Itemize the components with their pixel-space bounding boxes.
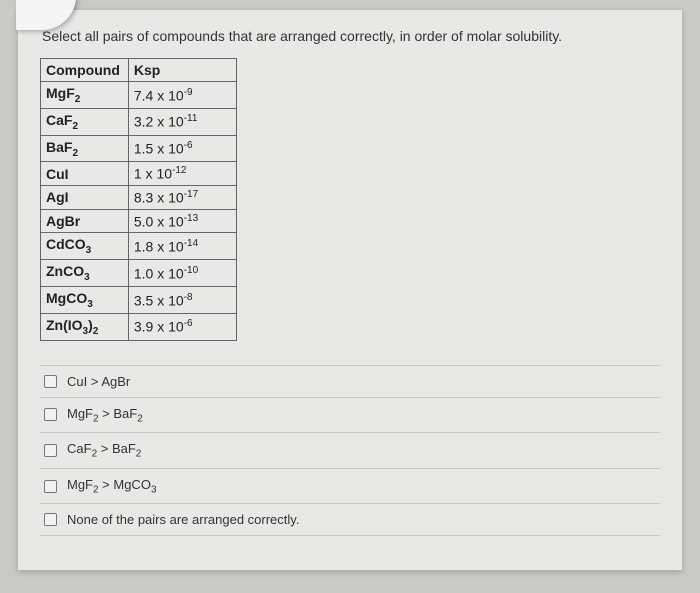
compound-cell: BaF2 bbox=[41, 135, 129, 162]
option-label: CaF2 > BaF2 bbox=[67, 441, 141, 460]
table-row: MgF27.4 x 10-9 bbox=[41, 82, 237, 109]
checkbox-icon[interactable] bbox=[44, 408, 57, 421]
table-body: MgF27.4 x 10-9CaF23.2 x 10-11BaF21.5 x 1… bbox=[41, 82, 237, 341]
ksp-cell: 1.0 x 10-10 bbox=[128, 260, 236, 287]
answer-option[interactable]: None of the pairs are arranged correctly… bbox=[40, 504, 660, 536]
table-row: CdCO31.8 x 10-14 bbox=[41, 233, 237, 260]
table-row: Zn(IO3)23.9 x 10-6 bbox=[41, 313, 237, 340]
answer-option[interactable]: MgF2 > BaF2 bbox=[40, 398, 660, 434]
compound-cell: AgI bbox=[41, 186, 129, 210]
ksp-cell: 3.9 x 10-6 bbox=[128, 313, 236, 340]
ksp-cell: 1.8 x 10-14 bbox=[128, 233, 236, 260]
checkbox-icon[interactable] bbox=[44, 513, 57, 526]
table-row: CaF23.2 x 10-11 bbox=[41, 108, 237, 135]
checkbox-icon[interactable] bbox=[44, 480, 57, 493]
answer-option[interactable]: CaF2 > BaF2 bbox=[40, 433, 660, 469]
question-text: Select all pairs of compounds that are a… bbox=[40, 28, 660, 44]
table-row: MgCO33.5 x 10-8 bbox=[41, 286, 237, 313]
table-header-compound: Compound bbox=[41, 59, 129, 82]
answer-options: CuI > AgBr MgF2 > BaF2 CaF2 > BaF2 MgF2 > M… bbox=[40, 365, 660, 537]
ksp-cell: 1.5 x 10-6 bbox=[128, 135, 236, 162]
ksp-cell: 1 x 10-12 bbox=[128, 162, 236, 186]
question-page: Select all pairs of compounds that are a… bbox=[18, 10, 682, 570]
ksp-cell: 3.5 x 10-8 bbox=[128, 286, 236, 313]
answer-option[interactable]: MgF2 > MgCO3 bbox=[40, 469, 660, 505]
table-row: AgI8.3 x 10-17 bbox=[41, 186, 237, 210]
checkbox-icon[interactable] bbox=[44, 375, 57, 388]
compound-cell: AgBr bbox=[41, 209, 129, 233]
compound-cell: MgCO3 bbox=[41, 286, 129, 313]
compound-cell: CuI bbox=[41, 162, 129, 186]
ksp-cell: 8.3 x 10-17 bbox=[128, 186, 236, 210]
ksp-cell: 7.4 x 10-9 bbox=[128, 82, 236, 109]
compound-cell: MgF2 bbox=[41, 82, 129, 109]
table-row: AgBr5.0 x 10-13 bbox=[41, 209, 237, 233]
table-row: ZnCO31.0 x 10-10 bbox=[41, 260, 237, 287]
answer-option[interactable]: CuI > AgBr bbox=[40, 365, 660, 398]
ksp-cell: 5.0 x 10-13 bbox=[128, 209, 236, 233]
table-row: BaF21.5 x 10-6 bbox=[41, 135, 237, 162]
table-header-ksp: Ksp bbox=[128, 59, 236, 82]
option-label: CuI > AgBr bbox=[67, 374, 130, 389]
compound-cell: Zn(IO3)2 bbox=[41, 313, 129, 340]
option-label: MgF2 > MgCO3 bbox=[67, 477, 157, 496]
option-label: MgF2 > BaF2 bbox=[67, 406, 143, 425]
compound-cell: CdCO3 bbox=[41, 233, 129, 260]
checkbox-icon[interactable] bbox=[44, 444, 57, 457]
ksp-cell: 3.2 x 10-11 bbox=[128, 108, 236, 135]
page-curl bbox=[16, 0, 76, 30]
compound-cell: ZnCO3 bbox=[41, 260, 129, 287]
option-label: None of the pairs are arranged correctly… bbox=[67, 512, 299, 527]
table-row: CuI1 x 10-12 bbox=[41, 162, 237, 186]
ksp-table: Compound Ksp MgF27.4 x 10-9CaF23.2 x 10-… bbox=[40, 58, 237, 341]
compound-cell: CaF2 bbox=[41, 108, 129, 135]
